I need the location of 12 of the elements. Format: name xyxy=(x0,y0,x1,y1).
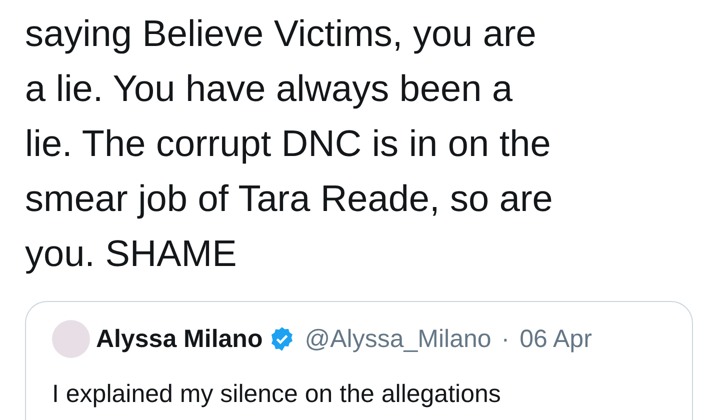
user-name: Alyssa Milano xyxy=(96,324,263,354)
tweet-text: smear job of Tara Reade, so are xyxy=(25,177,553,221)
quoted-tweet-card[interactable]: Alyssa Milano @Alyssa_Milano · 06 Apr I explained my silence on the allegations xyxy=(25,301,693,420)
avatar xyxy=(52,320,90,358)
user-handle: @Alyssa_Milano xyxy=(304,324,492,354)
tweet-text: a lie. You have always been a xyxy=(25,67,513,111)
tweet-text: saying Believe Victims, you are xyxy=(25,12,536,56)
quoted-tweet-text: I explained my silence on the allegations xyxy=(52,380,501,409)
separator: · xyxy=(501,324,510,354)
tweet-text: you. SHAME xyxy=(25,232,237,276)
tweet-date: 06 Apr xyxy=(520,324,592,354)
tweet-text: lie. The corrupt DNC is in on the xyxy=(25,122,551,166)
